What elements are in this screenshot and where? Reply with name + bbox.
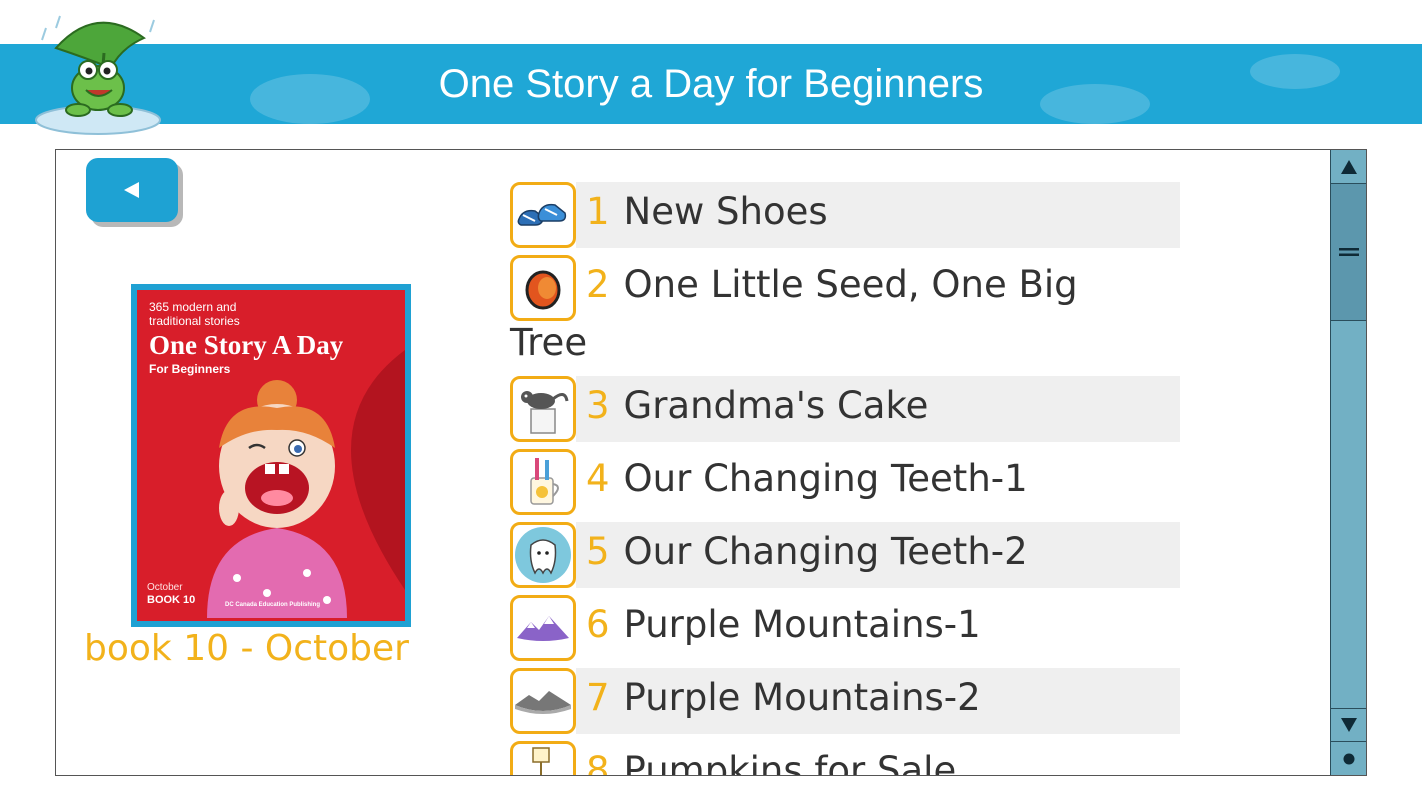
story-number: 5 <box>586 530 610 573</box>
story-item[interactable]: 2 One Little Seed, One Big Tree <box>510 255 1180 373</box>
dot-icon <box>1343 753 1355 764</box>
cover-book-number: BOOK 10 <box>147 594 196 606</box>
story-title: Pumpkins for Sale <box>623 749 957 776</box>
story-item[interactable]: 3 Grandma's Cake <box>510 376 1180 442</box>
story-number: 1 <box>586 190 610 233</box>
scroll-down-button[interactable] <box>1331 708 1366 742</box>
story-item[interactable]: 4 Our Changing Teeth-1 <box>510 449 1180 515</box>
arrow-down-icon <box>1341 718 1357 732</box>
cover-publisher: DC Canada Education Publishing <box>225 602 321 608</box>
grip-icon <box>1339 248 1359 256</box>
story-title: Grandma's Cake <box>623 384 929 427</box>
story-item[interactable]: 1 New Shoes <box>510 182 1180 248</box>
girl-illustration <box>207 380 347 618</box>
story-title: Our Changing Teeth-2 <box>623 530 1028 573</box>
triangle-left-icon <box>124 182 139 198</box>
cover-tagline: 365 modern and traditional stories <box>149 300 240 328</box>
back-button[interactable] <box>86 158 178 222</box>
story-number: 8 <box>586 749 610 776</box>
cover-subtitle: For Beginners <box>149 362 231 376</box>
scroll-thumb[interactable] <box>1331 184 1366 321</box>
story-title: Our Changing Teeth-1 <box>623 457 1028 500</box>
book-cover[interactable]: 365 modern and traditional stories One S… <box>131 284 411 627</box>
story-number: 4 <box>586 457 610 500</box>
story-title: New Shoes <box>623 190 828 233</box>
frog-on-leaf-icon <box>26 8 176 140</box>
story-item[interactable]: 7 Purple Mountains-2 <box>510 668 1180 734</box>
story-title-continued: Tree <box>510 321 588 364</box>
story-item[interactable]: 6 Purple Mountains-1 <box>510 595 1180 661</box>
story-title: One Little Seed, One Big <box>623 263 1078 306</box>
scroll-end-button[interactable] <box>1331 741 1366 775</box>
scrollbar[interactable] <box>1330 150 1366 775</box>
content-panel: 365 modern and traditional stories One S… <box>55 149 1367 776</box>
story-item[interactable]: 5 Our Changing Teeth-2 <box>510 522 1180 588</box>
scroll-up-button[interactable] <box>1331 150 1366 184</box>
cover-month: October <box>147 582 183 593</box>
cover-title: One Story A Day <box>149 330 344 360</box>
story-number: 3 <box>586 384 610 427</box>
story-title: Purple Mountains-2 <box>623 676 981 719</box>
app-title: One Story a Day for Beginners <box>438 62 984 106</box>
story-title: Purple Mountains-1 <box>623 603 981 646</box>
header-bar: One Story a Day for Beginners <box>0 44 1422 124</box>
story-number: 6 <box>586 603 610 646</box>
story-number: 2 <box>586 263 610 306</box>
arrow-up-icon <box>1341 159 1357 174</box>
story-item[interactable]: 8 Pumpkins for Sale <box>510 741 1180 776</box>
story-number: 7 <box>586 676 610 719</box>
book-label: book 10 - October <box>84 628 409 669</box>
story-list: 1 New Shoes 2 One Little Seed, One Big Tre… <box>510 182 1280 776</box>
